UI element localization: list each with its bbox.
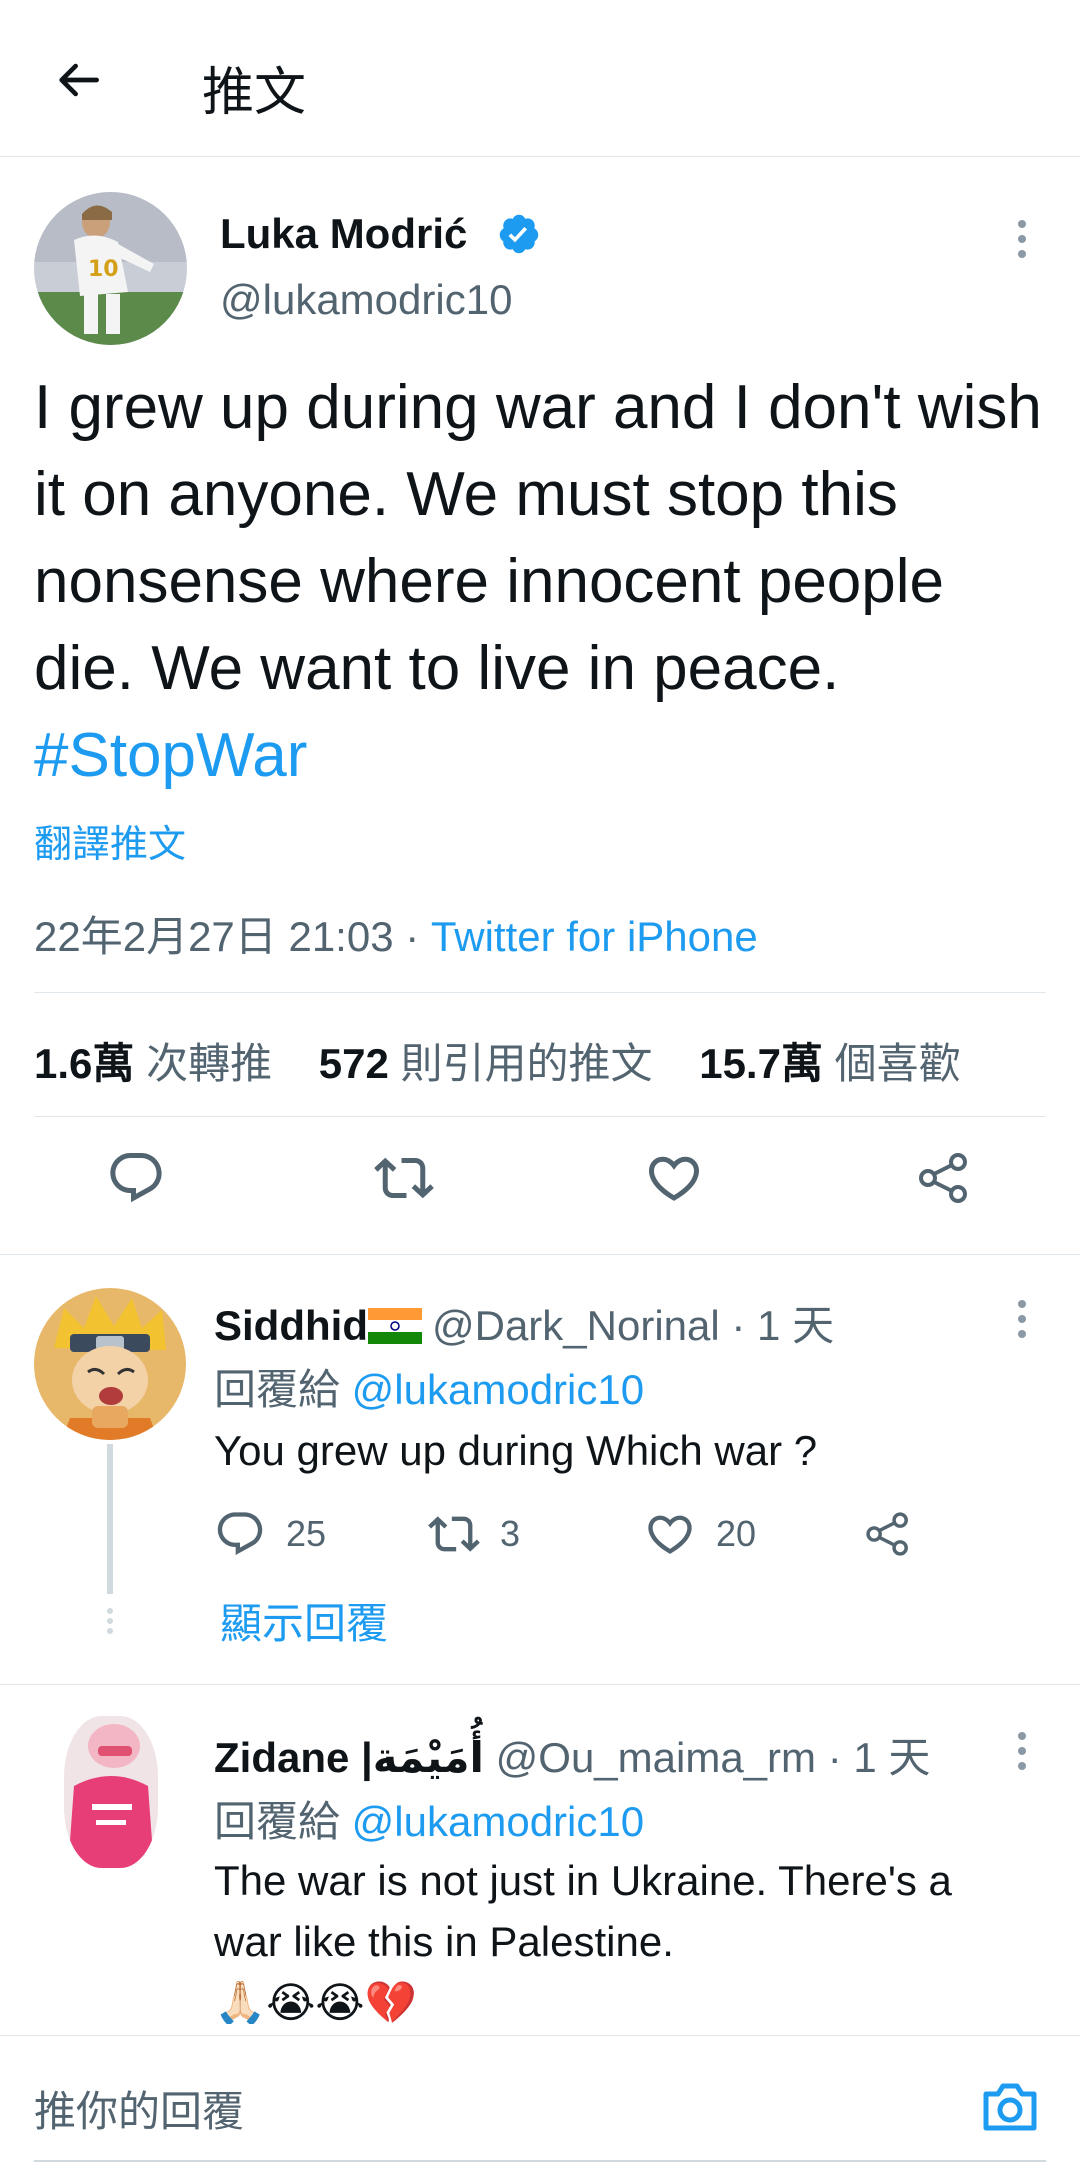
india-flag-icon [367, 1308, 422, 1344]
divider [34, 1116, 1046, 1117]
reply-author-name[interactable]: Zidane |أُمَيْمَة [214, 1734, 484, 1781]
verified-badge-icon [497, 212, 541, 256]
author-name[interactable]: Luka Modrić [220, 210, 467, 258]
retweet-icon [428, 1516, 480, 1552]
author-handle[interactable]: @lukamodric10 [220, 276, 512, 324]
reply-retweet-button[interactable]: 3 [428, 1504, 520, 1564]
reply-input[interactable]: 推你的回覆 [34, 2078, 244, 2139]
thread-dots-icon [104, 1606, 116, 1636]
camera-icon[interactable] [978, 2074, 1042, 2138]
share-icon [866, 1512, 908, 1556]
like-icon[interactable] [644, 1148, 704, 1208]
like-count: 20 [716, 1513, 757, 1554]
quote-count[interactable]: 572 則引用的推文 [319, 1040, 653, 1087]
reply-share-button[interactable] [862, 1504, 914, 1564]
tweet-actions [0, 1118, 1080, 1238]
reply-to-prefix: 回覆給 [214, 1366, 352, 1413]
more-options-icon[interactable] [1008, 1294, 1036, 1344]
like-count[interactable]: 15.7萬 個喜歡 [699, 1040, 960, 1087]
tweet-text: I grew up during war and I don't wish it… [34, 373, 1042, 703]
tweet-stats: 1.6萬 次轉推 572 則引用的推文 15.7萬 個喜歡 [34, 1030, 961, 1091]
reply-time[interactable]: · 1 天 [731, 1302, 834, 1349]
reply-to-mention[interactable]: @lukamodric10 [352, 1366, 644, 1413]
reply-composer: 推你的回覆 [0, 2035, 1080, 2177]
reply-header: Siddhid @Dark_Norinal · 1 天 [214, 1292, 834, 1353]
divider [0, 1684, 1080, 1685]
retweet-count: 3 [500, 1513, 521, 1554]
reply-like-button[interactable]: 20 [644, 1504, 756, 1564]
reply-author-name[interactable]: Siddhid [214, 1302, 368, 1349]
hashtag-link[interactable]: #StopWar [34, 721, 307, 790]
reply-tweet[interactable]: Zidane |أُمَيْمَة @Ou_maima_rm · 1 天 回覆給… [0, 1686, 1080, 2036]
more-options-icon[interactable] [1008, 214, 1036, 264]
tweet-body: I grew up during war and I don't wish it… [34, 364, 1054, 799]
timestamp[interactable]: 22年2月27日 21:03 [34, 913, 394, 960]
reply-reply-button[interactable]: 25 [214, 1504, 326, 1564]
reply-text-line: war like this in Palestine. [214, 1918, 674, 1965]
show-replies-link[interactable]: 顯示回覆 [220, 1590, 388, 1651]
divider [0, 1254, 1080, 1255]
reply-icon[interactable] [106, 1148, 166, 1208]
reply-actions: 25 3 20 [214, 1504, 934, 1564]
reply-to-line: 回覆給 @lukamodric10 [214, 1356, 644, 1417]
reply-time[interactable]: · 1 天 [828, 1734, 931, 1781]
like-icon [648, 1515, 692, 1554]
retweet-icon[interactable] [374, 1148, 434, 1208]
reply-text-line: The war is not just in Ukraine. There's … [214, 1857, 952, 1904]
reply-tweet[interactable]: Siddhid @Dark_Norinal · 1 天 回覆給 @lukamod… [0, 1256, 1080, 1684]
emoji-line: 🙏🏻😭😭💔 [214, 1979, 417, 2024]
thread-line [107, 1444, 113, 1594]
reply-to-mention[interactable]: @lukamodric10 [352, 1798, 644, 1845]
source-link[interactable]: Twitter for iPhone [431, 913, 758, 960]
reply-count: 25 [286, 1513, 327, 1554]
reply-to-prefix: 回覆給 [214, 1798, 352, 1845]
translate-tweet-link[interactable]: 翻譯推文 [34, 813, 186, 868]
reply-icon [217, 1512, 263, 1556]
divider [34, 992, 1046, 993]
reply-text: You grew up during Which war ? [214, 1427, 818, 1474]
input-underline [34, 2160, 1046, 2162]
reply-to-line: 回覆給 @lukamodric10 [214, 1788, 644, 1849]
reply-header: Zidane |أُمَيْمَة @Ou_maima_rm · 1 天 [214, 1724, 930, 1785]
page-title: 推文 [202, 64, 307, 122]
tweet-meta: 22年2月27日 21:03 · Twitter for iPhone [34, 903, 758, 964]
retweet-count[interactable]: 1.6萬 次轉推 [34, 1040, 272, 1087]
author-avatar[interactable]: 10 [34, 192, 187, 345]
meta-separator: · [393, 913, 431, 960]
reply-text: The war is not just in Ukraine. There's … [214, 1850, 1044, 2024]
share-icon[interactable] [914, 1148, 974, 1208]
top-bar: 推文 [0, 0, 1080, 157]
arrow-left-icon [59, 63, 99, 97]
reply-author-handle[interactable]: @Dark_Norinal [432, 1302, 720, 1349]
jersey-number: 10 [88, 257, 119, 282]
reply-avatar[interactable] [64, 1716, 158, 1868]
reply-avatar[interactable] [34, 1288, 186, 1440]
back-button[interactable] [50, 52, 106, 108]
reply-author-handle[interactable]: @Ou_maima_rm [496, 1734, 816, 1781]
more-options-icon[interactable] [1008, 1726, 1036, 1776]
